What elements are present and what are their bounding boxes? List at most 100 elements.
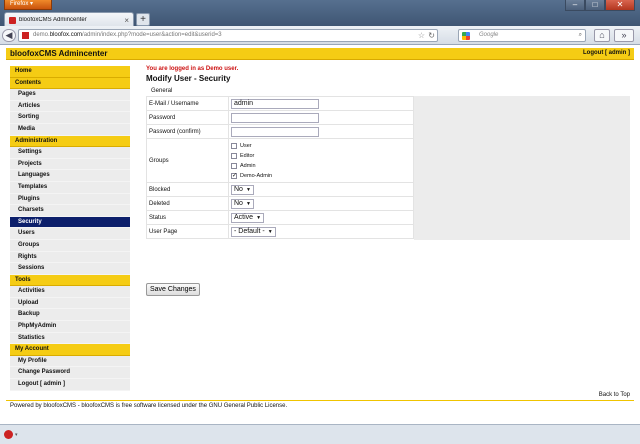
url-prefix: demo. [33,32,50,38]
group-checkbox-demo-admin[interactable]: ✓ [231,172,237,179]
groups-row: Groups User Editor Admin ✓ Demo-Admin [146,138,414,183]
browser-statusbar: ▾ [0,424,640,444]
deleted-label: Deleted [146,196,229,211]
chevron-down-icon: ▼ [245,186,251,193]
search-placeholder: Google [479,32,499,38]
password-confirm-input[interactable] [231,126,319,137]
login-notice: You are logged in as Demo user. [146,66,239,72]
groups-checkbox-list: User Editor Admin ✓ Demo-Admin [228,138,414,183]
navigation-toolbar: ◀ demo.bloofox.com/admin/index.php?mode=… [0,26,640,45]
status-row: Status Active ▼ [146,210,414,225]
sidebar-item-logout-admin[interactable]: Logout [ admin ] [10,379,130,391]
google-engine-icon[interactable] [462,32,470,40]
minimize-icon[interactable]: – [565,0,585,11]
sidebar-item-security[interactable]: Security [10,216,130,229]
sidebar-item-administration[interactable]: Administration [10,135,130,148]
home-icon: ⌂ [599,30,605,40]
sidebar-item-groups[interactable]: Groups [10,239,130,252]
group-option-editor: Editor [231,151,411,161]
sidebar-item-tools[interactable]: Tools [10,274,130,287]
sidebar-item-activities[interactable]: Activities [10,286,130,298]
addon-menu-icon[interactable]: ▾ [15,432,18,438]
group-checkbox-admin[interactable] [231,162,237,169]
tab-title: bloofoxCMS Admincenter [19,17,87,23]
sidebar-item-home[interactable]: Home [10,66,130,78]
chevron-right-icon: » [621,30,627,40]
sidebar-item-sessions[interactable]: Sessions [10,263,130,275]
userpage-value: - Default - [234,228,265,235]
search-box[interactable]: Google ⌕ [458,29,586,42]
status-select[interactable]: Active ▼ [231,212,265,223]
browser-tab[interactable]: bloofoxCMS Admincenter × [4,12,134,27]
group-option-user: User [231,141,411,151]
address-bar[interactable]: demo.bloofox.com/admin/index.php?mode=us… [18,29,438,42]
user-form-table: E-Mail / Username admin Password Passwor… [146,96,414,239]
sidebar-item-pages[interactable]: Pages [10,89,130,101]
search-icon[interactable]: ⌕ [579,30,582,41]
admin-header: bloofoxCMS Admincenter Logout [ admin ] [6,48,634,60]
blocked-select[interactable]: No ▼ [231,184,254,195]
sidebar-item-charsets[interactable]: Charsets [10,205,130,217]
maximize-icon[interactable]: □ [585,0,605,11]
firefox-menu-button[interactable]: Firefox ▾ [4,0,52,10]
sidebar-item-contents[interactable]: Contents [10,77,130,90]
firefox-menu-label: Firefox [10,1,29,7]
status-value: Active [234,214,254,221]
sidebar-item-plugins[interactable]: Plugins [10,193,130,206]
group-option-demo-admin: ✓ Demo-Admin [231,171,411,181]
chevron-down-icon: ▼ [267,228,273,235]
userpage-select[interactable]: - Default - ▼ [231,226,276,237]
save-changes-button[interactable]: Save Changes [146,283,200,296]
sidebar-item-media[interactable]: Media [10,123,130,136]
addon-icon[interactable] [4,430,13,439]
new-tab-button[interactable]: + [136,13,150,26]
chevron-down-icon: ▼ [256,214,262,221]
deleted-value: No [234,200,243,207]
blocked-row: Blocked No ▼ [146,182,414,197]
sidebar-item-projects[interactable]: Projects [10,158,130,171]
reload-icon[interactable]: ↻ [428,30,435,41]
main-content: You are logged in as Demo user. Modify U… [146,66,630,296]
sidebar-item-upload[interactable]: Upload [10,297,130,310]
sidebar-item-users[interactable]: Users [10,228,130,240]
web-page: bloofoxCMS Admincenter Logout [ admin ] … [0,45,640,424]
admin-sidebar: Home Contents Pages Articles Sorting Media Adm… [10,66,130,391]
bookmark-star-icon[interactable]: ☆ [418,30,425,41]
blocked-label: Blocked [146,182,229,197]
password-confirm-row: Password (confirm) [146,124,414,139]
sidebar-item-change-password[interactable]: Change Password [10,367,130,380]
sidebar-item-phpmyadmin[interactable]: PhpMyAdmin [10,321,130,333]
sidebar-item-sorting[interactable]: Sorting [10,112,130,124]
groups-label: Groups [146,138,229,183]
sidebar-item-backup[interactable]: Backup [10,309,130,322]
tab-close-icon[interactable]: × [124,16,129,25]
close-window-icon[interactable]: ✕ [605,0,635,11]
toolbar-overflow-button[interactable]: » [614,29,634,42]
sidebar-item-statistics[interactable]: Statistics [10,332,130,345]
back-arrow-icon: ◀ [5,30,13,40]
group-label-user: User [240,142,252,149]
url-host: bloofox.com [49,32,83,38]
sidebar-item-my-account[interactable]: My Account [10,344,130,356]
sidebar-item-my-profile[interactable]: My Profile [10,355,130,368]
userpage-label: User Page [146,224,229,239]
deleted-select[interactable]: No ▼ [231,198,254,209]
sidebar-item-articles[interactable]: Articles [10,100,130,113]
sidebar-item-rights[interactable]: Rights [10,251,130,264]
sidebar-item-settings[interactable]: Settings [10,147,130,159]
sidebar-item-languages[interactable]: Languages [10,170,130,182]
sidebar-item-templates[interactable]: Templates [10,181,130,194]
home-button[interactable]: ⌂ [594,29,610,42]
userpage-row: User Page - Default - ▼ [146,224,414,239]
group-label-admin: Admin [240,162,256,169]
group-checkbox-user[interactable] [231,142,237,149]
back-button[interactable]: ◀ [2,29,16,42]
password-row: Password [146,110,414,125]
group-checkbox-editor[interactable] [231,152,237,159]
password-label: Password [146,110,229,125]
header-logout-link[interactable]: Logout [ admin ] [583,50,630,56]
password-input[interactable] [231,112,319,123]
footer-text: Powered by bloofoxCMS - bloofoxCMS is fr… [10,403,288,409]
email-input[interactable]: admin [231,98,319,109]
back-to-top-link[interactable]: Back to Top [599,392,630,398]
